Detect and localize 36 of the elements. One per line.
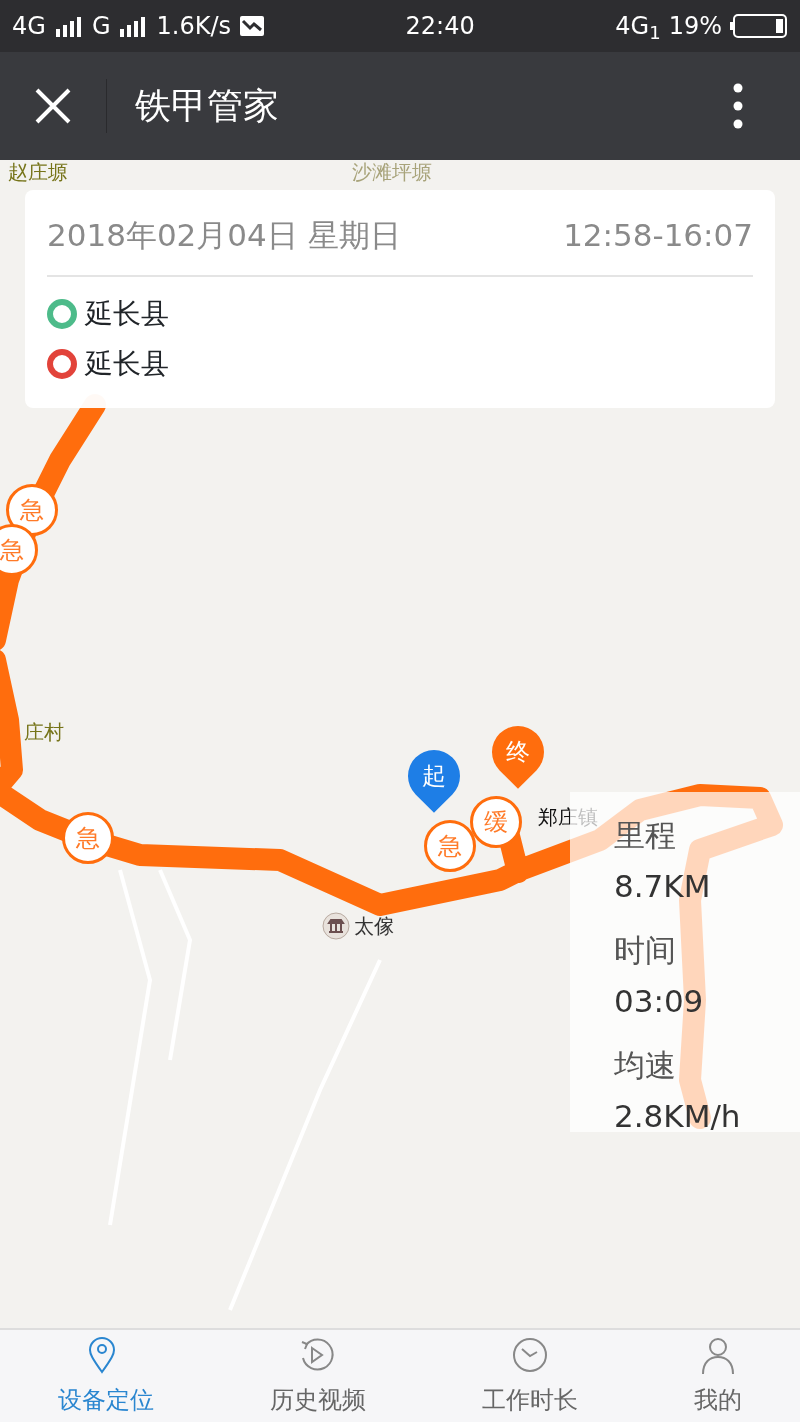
trip-date: 2018年02月04日 星期日	[47, 216, 401, 255]
map-label: 太傢	[354, 914, 394, 938]
battery-icon	[730, 13, 788, 39]
alert-marker[interactable]: 急	[424, 820, 476, 872]
stat-label: 时间	[614, 931, 677, 970]
clock: 22:40	[405, 11, 475, 42]
temple-icon	[322, 912, 350, 940]
nav-tab[interactable]: 工作时长	[424, 1330, 636, 1422]
stat-value: 8.7KM	[614, 866, 712, 906]
nav-tab[interactable]: 设备定位	[0, 1330, 212, 1422]
place-name: 延长县	[85, 345, 169, 382]
more-icon	[733, 83, 743, 129]
close-icon	[35, 88, 71, 124]
map-label: 庄村	[24, 720, 64, 744]
nav-tab[interactable]: 我的	[636, 1330, 800, 1422]
trip-time-range: 12:58-16:07	[563, 216, 753, 255]
alert-marker[interactable]: 缓	[470, 796, 522, 848]
stat-label: 均速	[614, 1046, 677, 1085]
battery-level: 19%	[668, 11, 722, 42]
app-title: 铁甲管家	[134, 84, 280, 128]
nav-tab[interactable]: 历史视频	[212, 1330, 424, 1422]
place-name: 延长县	[85, 295, 169, 332]
network-type: 4G$_{1}$	[615, 11, 661, 44]
message-icon	[239, 14, 265, 38]
alert-marker[interactable]: 急	[0, 524, 38, 576]
map-label: 赵庄塬	[8, 160, 68, 184]
network-type: G	[91, 11, 111, 42]
stat-value: 2.8KM/h	[614, 1096, 742, 1136]
signal-icon	[53, 15, 84, 37]
map-label: 郑庄镇	[538, 805, 598, 829]
stat-value: 03:09	[614, 981, 705, 1021]
network-speed: 1.6K/s	[156, 11, 231, 42]
alert-marker[interactable]: 急	[62, 812, 114, 864]
map-label: 沙滩坪塬	[352, 160, 432, 184]
stat-label: 里程	[614, 816, 677, 855]
network-type: 4G	[12, 11, 46, 42]
